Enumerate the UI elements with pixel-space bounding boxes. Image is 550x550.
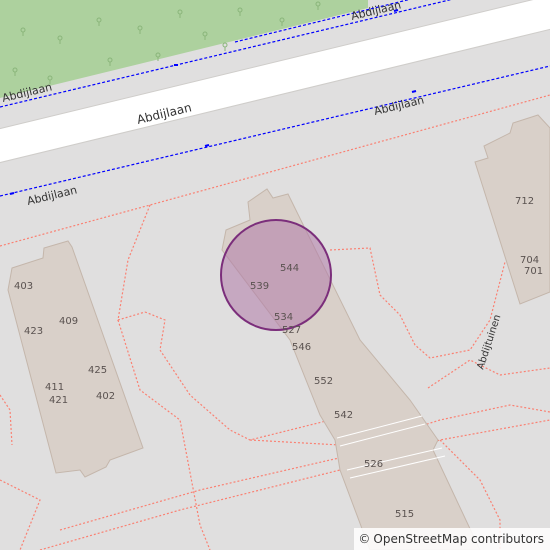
attribution-bar: © OpenStreetMap contributors [354,528,550,550]
house-number: 403 [14,281,33,292]
house-number: 552 [314,376,333,387]
house-number: 701 [524,266,543,277]
house-number: 423 [24,326,43,337]
house-number: 409 [59,316,78,327]
house-number: 411 [45,382,64,393]
house-number: 704 [520,255,539,266]
house-number: 546 [292,342,311,353]
house-number: 402 [96,391,115,402]
house-number: 425 [88,365,107,376]
house-number: 544 [280,263,299,274]
map-canvas[interactable]: Abdijlaan Abdijlaan Abdijlaan Abdijlaan … [0,0,550,550]
arrow-marker [411,90,417,93]
building-left [7,240,144,478]
path-label: Abdijtuinen [475,313,503,371]
house-number: 526 [364,459,383,470]
attribution-link[interactable]: OpenStreetMap contributors [373,532,544,546]
street-label-south-left: Abdijlaan [26,183,79,208]
house-number: 515 [395,509,414,520]
house-number: 542 [334,410,353,421]
arrow-marker [204,144,210,147]
house-number: 534 [274,312,293,323]
house-number: 421 [49,395,68,406]
house-number: 527 [282,325,301,336]
arrow-marker [9,192,15,195]
house-number: 539 [250,281,269,292]
copyright-symbol: © [358,532,371,546]
street-label-south-right: Abdijlaan [373,93,426,118]
house-number: 712 [515,196,534,207]
